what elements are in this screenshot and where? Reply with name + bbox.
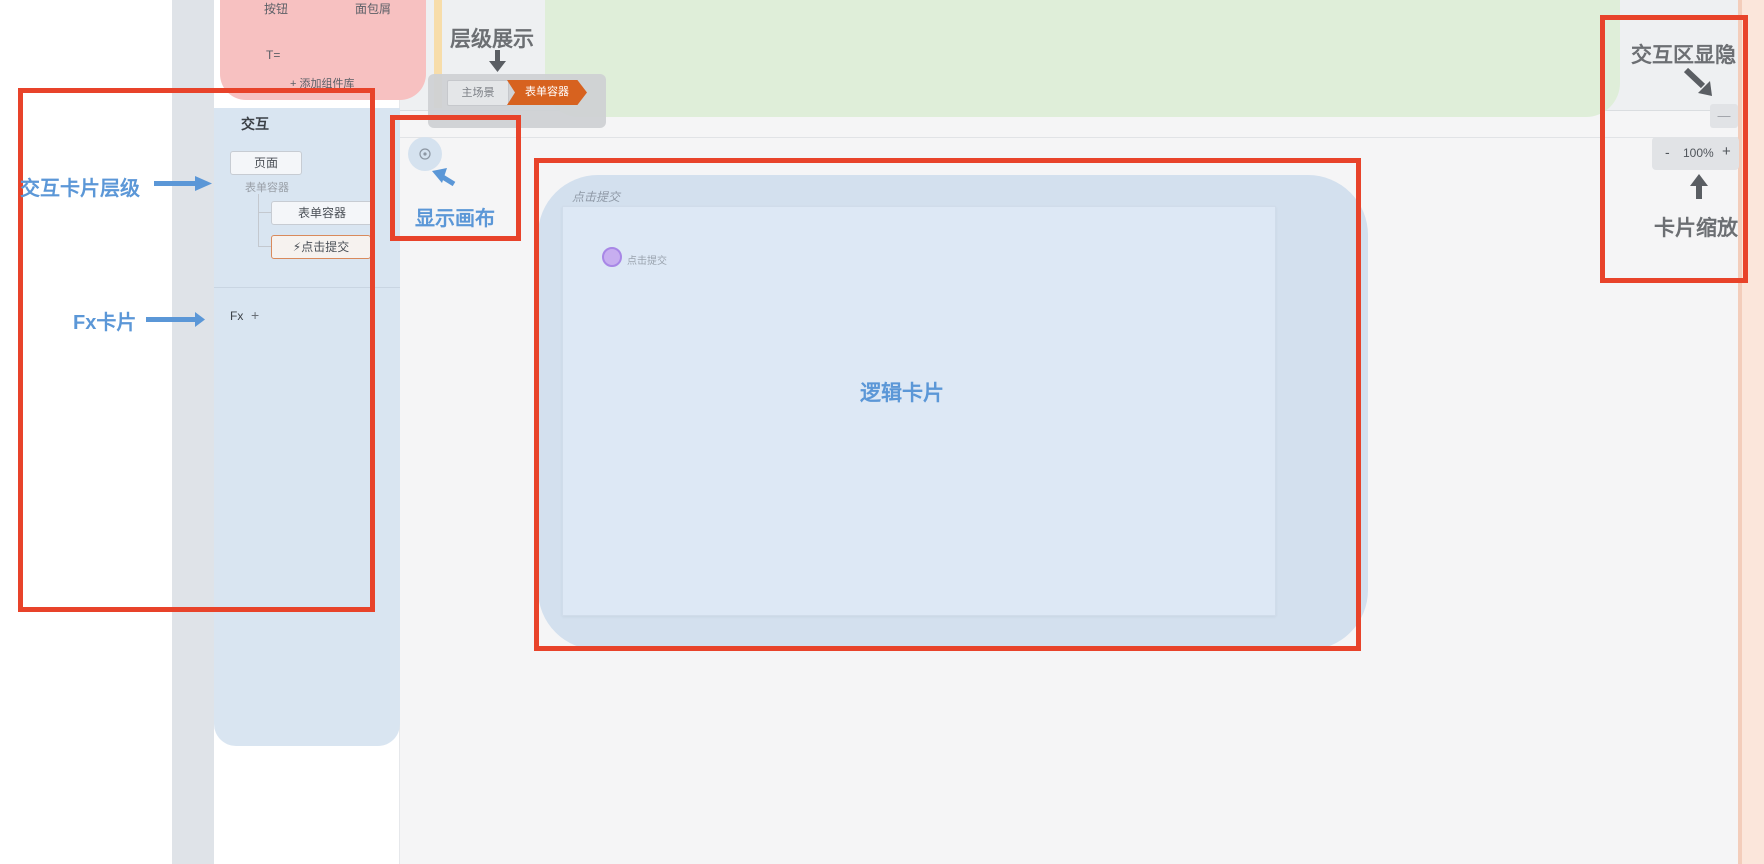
right-arrow-icon	[154, 176, 212, 191]
up-arrow-icon	[1690, 174, 1708, 199]
pointer-arrow-icon	[432, 168, 456, 187]
right-arrow-icon	[146, 312, 205, 327]
annotation-arrows	[146, 50, 1712, 327]
diagonal-arrow-icon	[1683, 67, 1712, 96]
down-arrow-icon	[489, 50, 506, 72]
